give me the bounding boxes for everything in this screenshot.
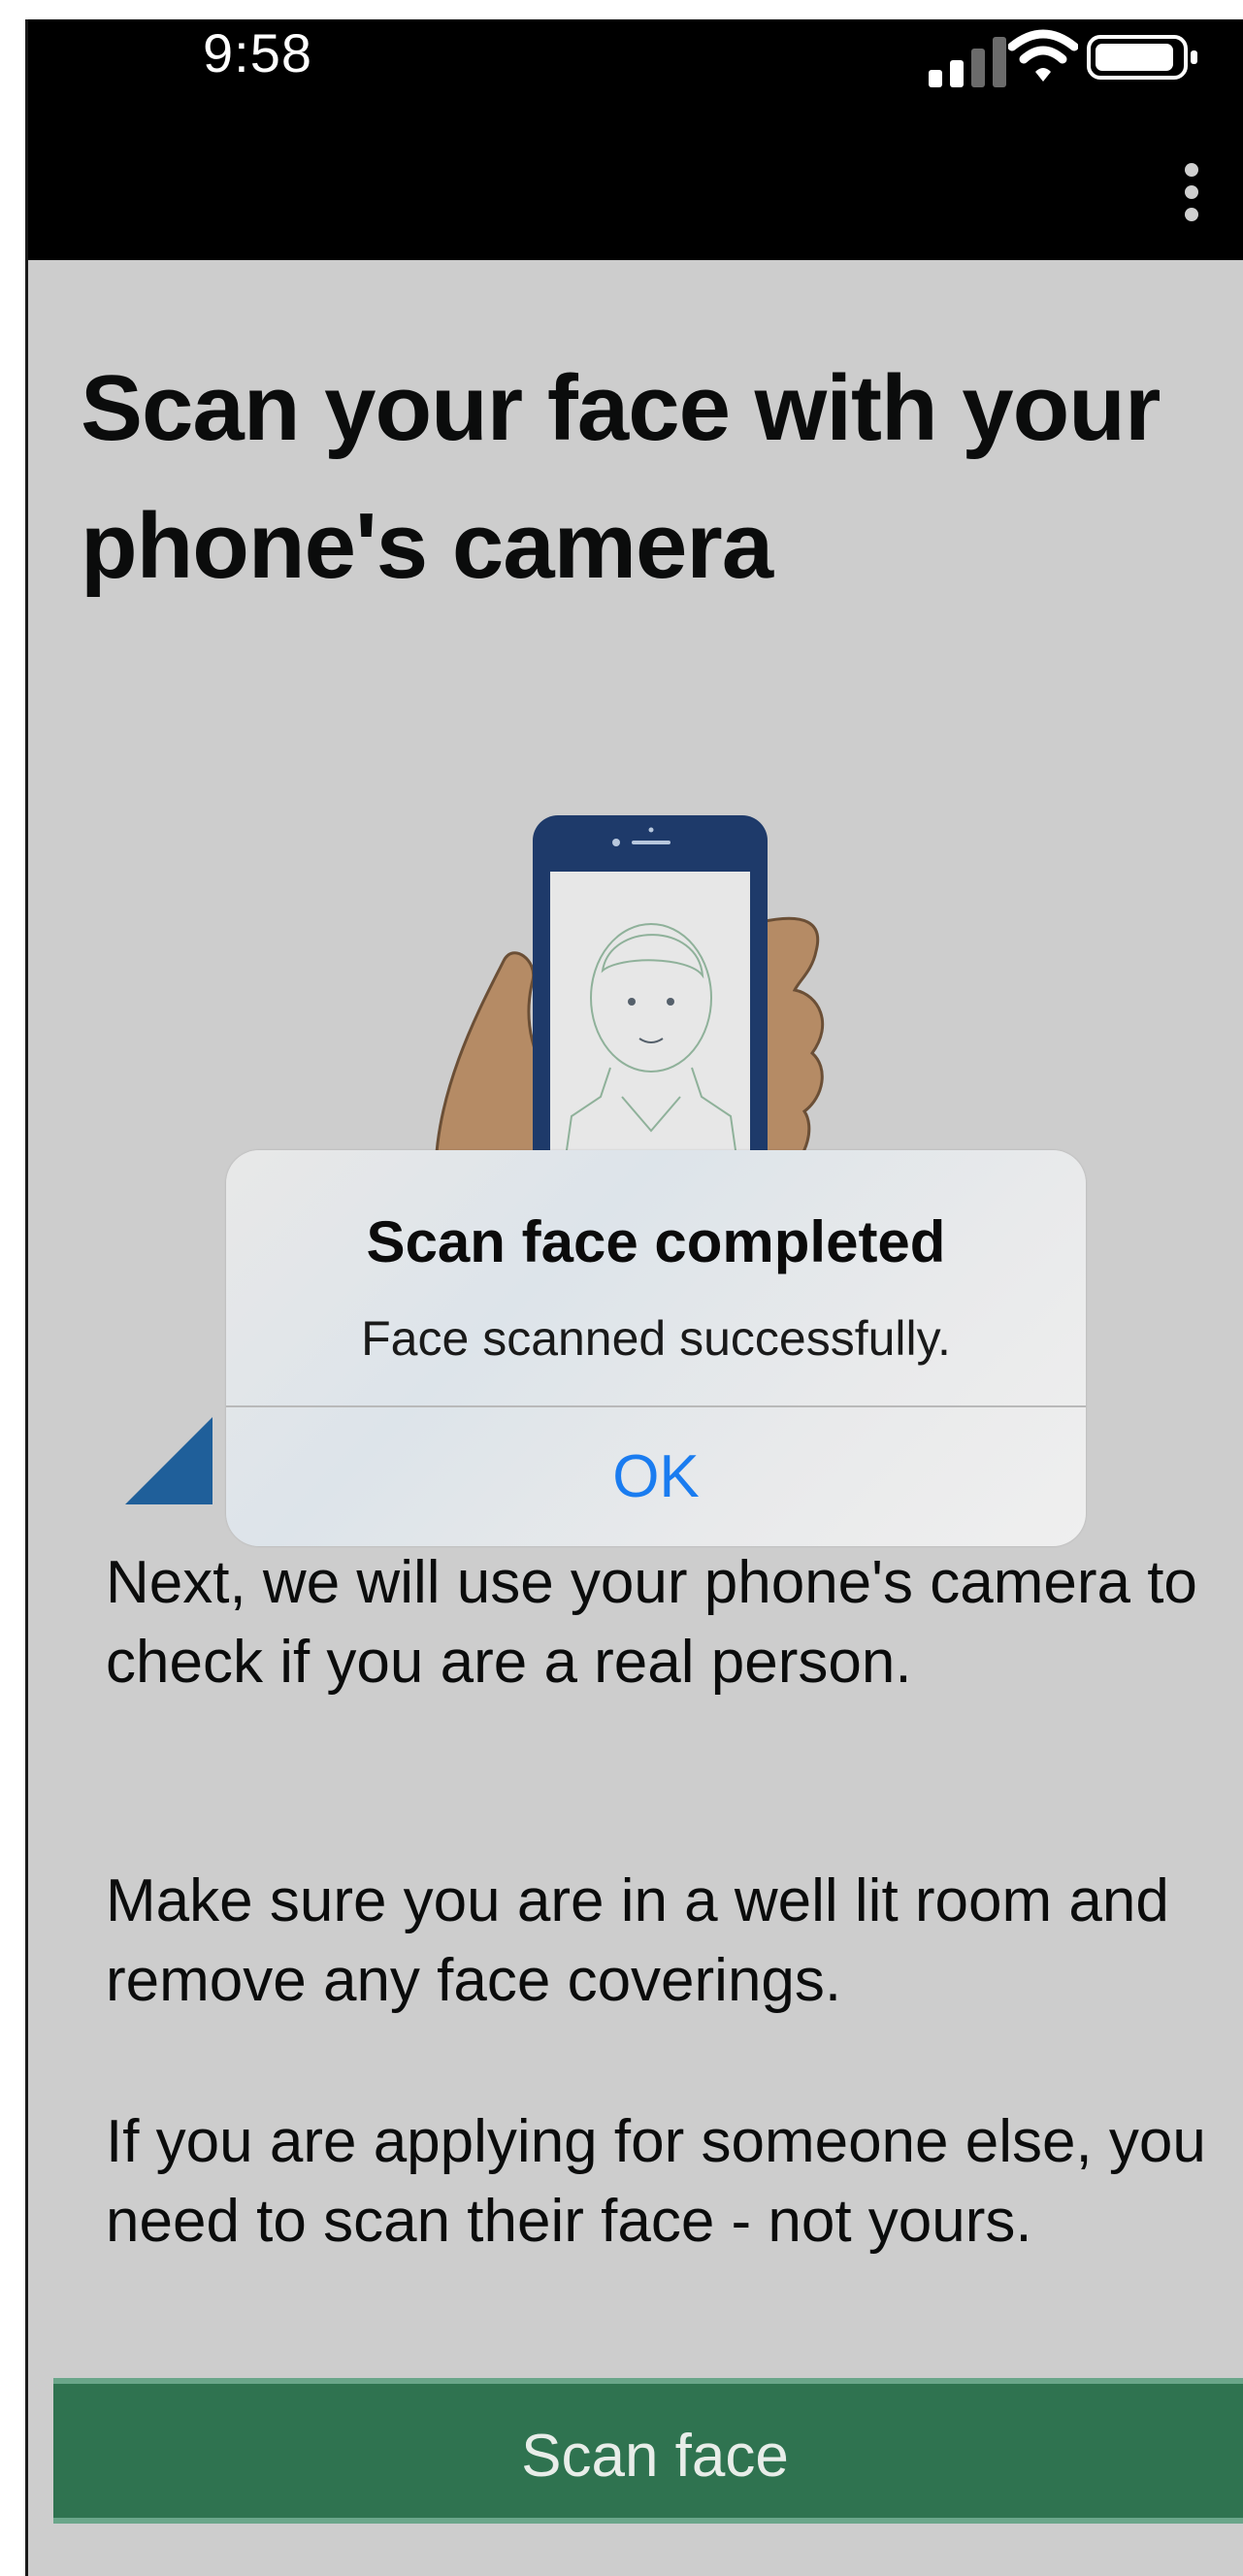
alert-ok-button[interactable]: OK <box>226 1408 1086 1546</box>
status-bar: 9:58 <box>28 19 1243 260</box>
paragraph-someone-else: If you are applying for someone else, yo… <box>106 2108 1206 2255</box>
scan-face-button[interactable]: Scan face <box>53 2378 1243 2524</box>
signal-icon <box>929 37 1006 87</box>
wifi-icon <box>1008 29 1078 82</box>
more-vertical-icon[interactable] <box>1182 163 1201 223</box>
page-title: Scan your face with your phone's camera <box>81 356 1161 598</box>
alert-message: Face scanned successfully. <box>361 1311 951 1366</box>
alert-divider <box>226 1405 1086 1407</box>
paragraph-next-step: Next, we will use your phone's camera to… <box>106 1549 1197 1696</box>
status-time: 9:58 <box>203 22 312 83</box>
alert-title: Scan face completed <box>366 1209 946 1274</box>
alert-dialog: Scan face completed Face scanned success… <box>226 1150 1086 1546</box>
battery-icon <box>1087 35 1197 80</box>
paragraph-lighting: Make sure you are in a well lit room and… <box>106 1867 1169 2014</box>
phone-screen: 9:58 Scan your face with your phone's ca… <box>25 19 1243 2576</box>
